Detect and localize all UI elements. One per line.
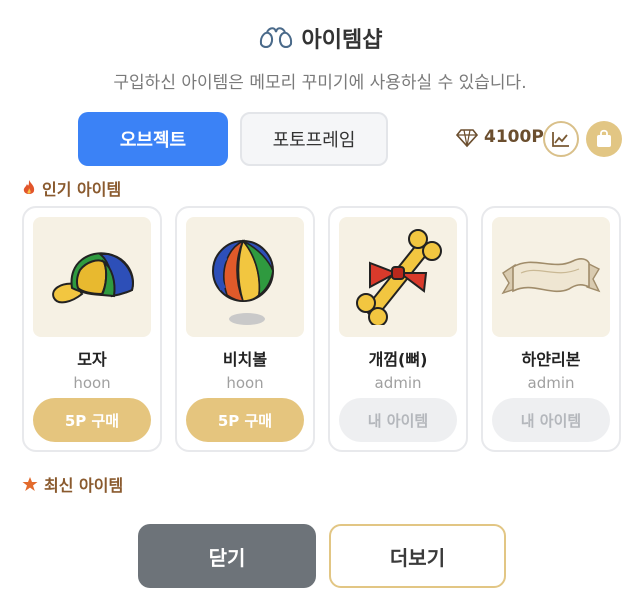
ranking-chart-button[interactable] (543, 121, 579, 157)
shopping-bag-icon (597, 129, 611, 147)
buy-button[interactable]: 5P 구매 (186, 398, 304, 442)
item-name: 개껌(뼈) (368, 350, 428, 369)
popular-section-label: 인기 아이템 (42, 180, 122, 199)
page-subtitle: 구입하신 아이템은 메모리 꾸미기에 사용하실 수 있습니다. (113, 73, 527, 93)
item-thumbnail (339, 217, 457, 337)
star-icon (22, 477, 38, 491)
item-author: admin (374, 374, 422, 392)
item-name: 모자 (77, 350, 107, 369)
dog-bone-icon (356, 229, 442, 325)
fire-icon (23, 180, 35, 194)
tab-objects[interactable]: 오브젝트 (78, 112, 228, 166)
chart-icon (552, 132, 569, 147)
close-button[interactable]: 닫기 (138, 524, 316, 588)
diamond-icon (456, 129, 478, 148)
my-bag-button[interactable] (586, 121, 622, 157)
recent-section-title: 최신 아이템 (22, 472, 123, 496)
item-author: admin (527, 374, 575, 392)
item-card-cap[interactable]: 모자 hoon 5P 구매 (22, 206, 162, 452)
recent-section-label: 최신 아이템 (44, 476, 124, 495)
item-thumbnail (33, 217, 151, 337)
popular-section-title: 인기 아이템 (22, 176, 121, 200)
item-card-dog-bone[interactable]: 개껌(뼈) admin 내 아이템 (328, 206, 468, 452)
buy-button[interactable]: 5P 구매 (33, 398, 151, 442)
item-name: 비치볼 (222, 350, 268, 369)
more-button[interactable]: 더보기 (329, 524, 506, 588)
item-card-beach-ball[interactable]: 비치볼 hoon 5P 구매 (175, 206, 315, 452)
item-card-ribbon[interactable]: 하얀리본 admin 내 아이템 (481, 206, 621, 452)
points-value: 4100P (484, 127, 544, 147)
item-author: hoon (73, 374, 111, 392)
beach-ball-icon (212, 239, 274, 325)
header: 아이템샵 (0, 22, 640, 54)
owned-item-button[interactable]: 내 아이템 (492, 398, 610, 442)
page-title: 아이템샵 (301, 28, 383, 53)
item-thumbnail (186, 217, 304, 337)
item-name: 하얀리본 (521, 350, 581, 369)
points-display: 4100P (456, 126, 544, 148)
hands-logo-icon (259, 27, 292, 48)
item-author: hoon (226, 374, 264, 392)
cap-icon (52, 252, 134, 304)
ribbon-banner-icon (501, 258, 601, 295)
tab-photo-frame[interactable]: 포토프레임 (240, 112, 388, 166)
item-thumbnail (492, 217, 610, 337)
owned-item-button[interactable]: 내 아이템 (339, 398, 457, 442)
